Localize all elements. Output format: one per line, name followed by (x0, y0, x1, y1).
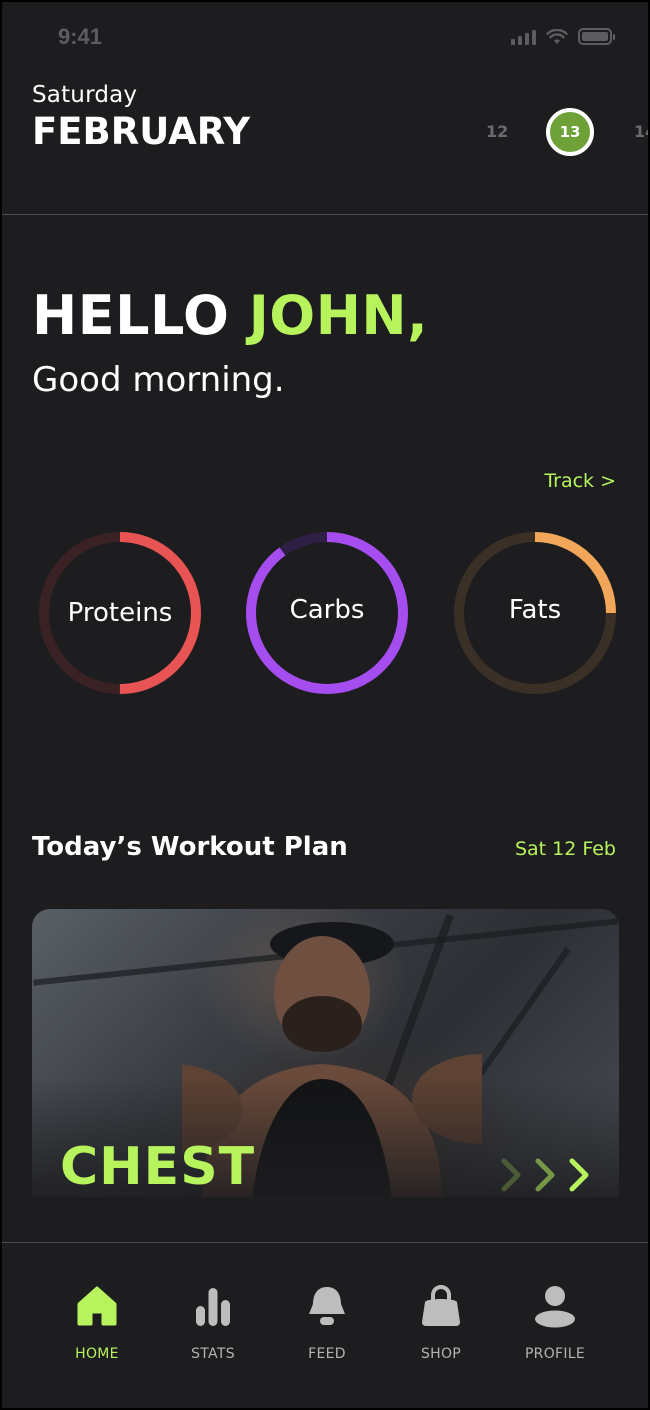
nav-label-feed: FEED (308, 1346, 346, 1362)
greeting-name: JOHN, (248, 284, 429, 347)
ring-proteins[interactable]: Proteins (35, 528, 205, 698)
workout-plan-title: Today’s Workout Plan (32, 832, 348, 862)
nav-home[interactable]: HOME (42, 1284, 152, 1362)
greeting-hello: HELLO (32, 284, 230, 347)
workout-card[interactable]: CHEST (32, 909, 619, 1197)
nav-label-shop: SHOP (420, 1346, 462, 1362)
nav-profile[interactable]: PROFILE (500, 1284, 610, 1362)
day-label: Saturday (32, 82, 138, 108)
month-label: FEBRUARY (32, 110, 251, 153)
nav-label-home: HOME (75, 1346, 119, 1362)
bag-icon (422, 1285, 460, 1326)
greeting-subtitle: Good morning. (32, 360, 285, 400)
greeting-title: HELLO JOHN, (32, 284, 428, 347)
ring-label-proteins: Proteins (67, 598, 173, 628)
app-screen: 9:41 Saturday FEBRUARY 12 13 14 HELLO JO… (2, 2, 648, 1408)
status-icons (511, 28, 615, 45)
nav-label-stats: STATS (191, 1346, 235, 1362)
date-prev[interactable]: 12 (486, 122, 508, 141)
workout-plan-date[interactable]: Sat 12 Feb (515, 838, 616, 860)
wifi-icon (546, 28, 568, 44)
ring-fats[interactable]: Fats (450, 528, 620, 698)
chevrons-icon (501, 1158, 589, 1192)
nav-stats[interactable]: STATS (158, 1284, 268, 1362)
workout-card-label: CHEST (60, 1137, 256, 1197)
nav-divider (2, 1242, 648, 1243)
date-next[interactable]: 14 (634, 122, 648, 141)
header-divider (2, 214, 648, 215)
track-link[interactable]: Track > (544, 470, 616, 492)
ring-label-carbs: Carbs (289, 595, 365, 625)
nav-label-profile: PROFILE (524, 1346, 586, 1362)
profile-icon (535, 1286, 575, 1328)
stats-icon (196, 1288, 230, 1326)
ring-label-fats: Fats (508, 595, 562, 625)
status-time: 9:41 (58, 24, 103, 49)
home-icon (77, 1286, 117, 1326)
date-current[interactable]: 13 (546, 108, 594, 156)
signal-icon (511, 29, 536, 45)
status-bar: 9:41 (2, 2, 648, 74)
nav-shop[interactable]: SHOP (386, 1284, 496, 1362)
battery-icon (578, 28, 615, 45)
nav-feed[interactable]: FEED (272, 1284, 382, 1362)
ring-carbs[interactable]: Carbs (242, 528, 412, 698)
bell-icon (309, 1287, 345, 1325)
date-selector: 12 13 14 (448, 106, 648, 156)
